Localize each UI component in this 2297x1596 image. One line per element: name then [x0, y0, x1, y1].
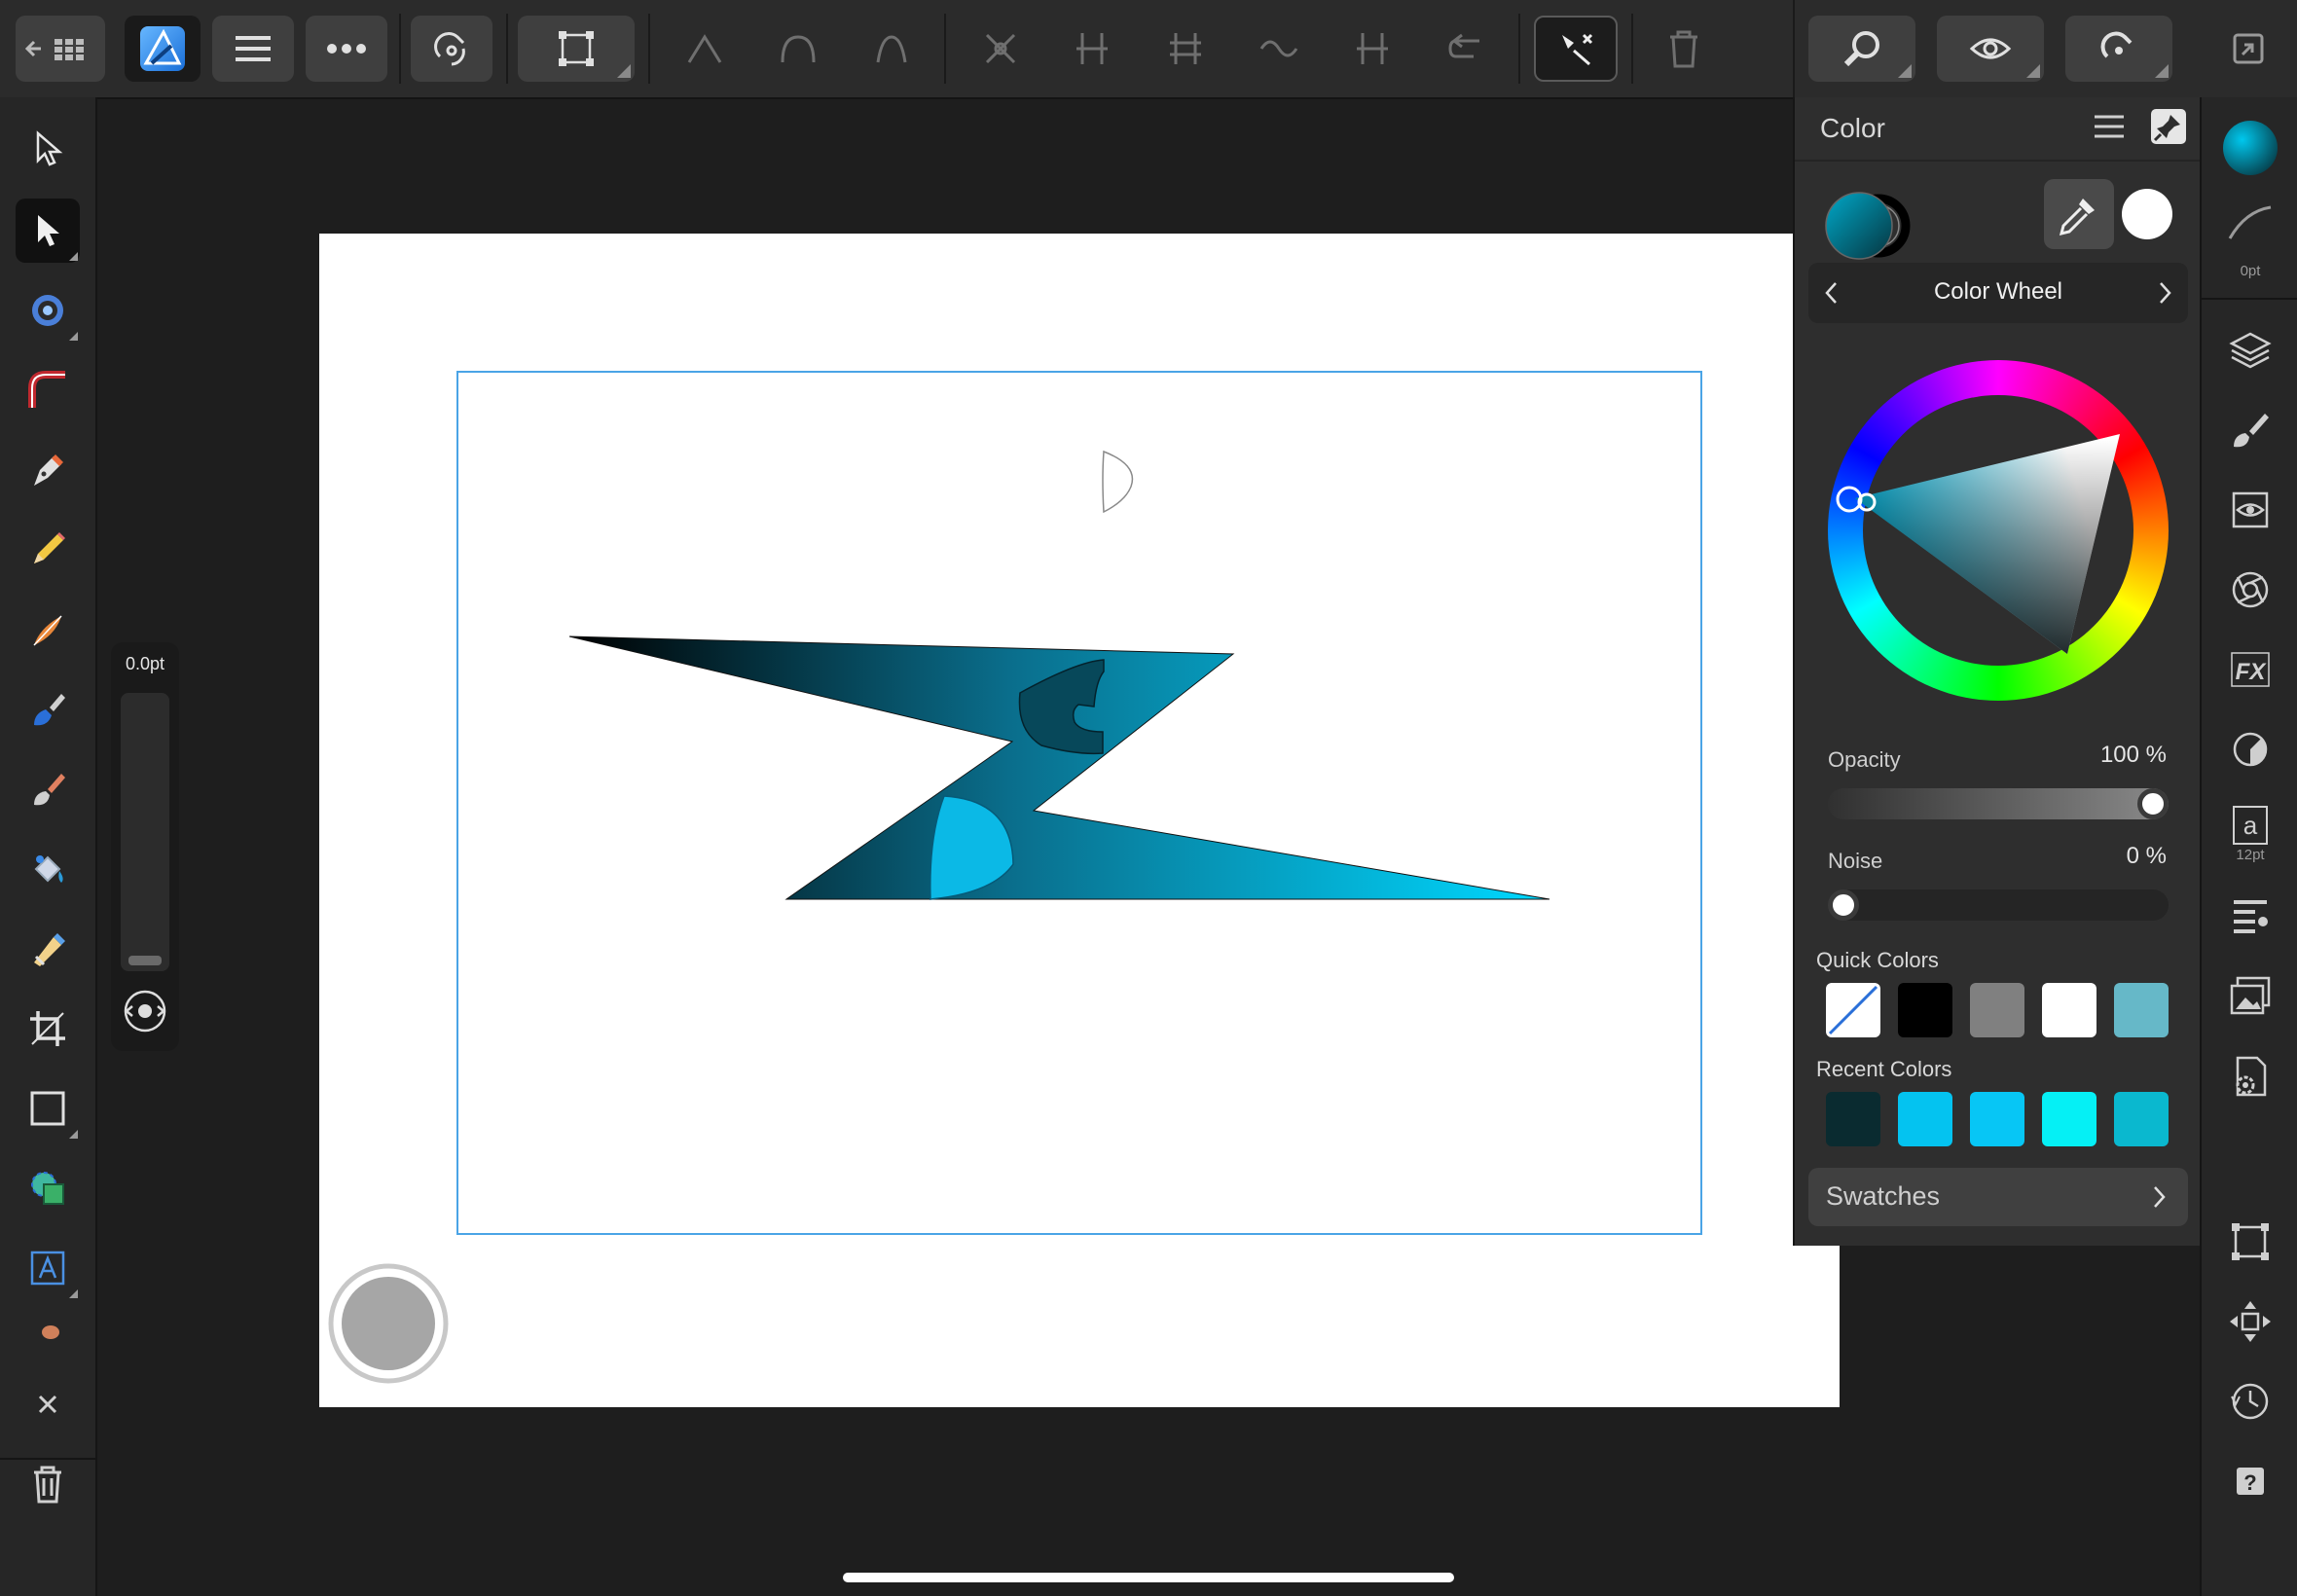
quick-color-swatch[interactable]: [1970, 983, 2024, 1037]
noise-slider[interactable]: [1828, 889, 2169, 921]
paragraph-icon: [2234, 900, 2268, 933]
help-icon: ?: [2237, 1468, 2264, 1495]
opacity-slider[interactable]: [1828, 788, 2169, 819]
history-button[interactable]: [2221, 1372, 2279, 1431]
opacity-value: 100 %: [2099, 742, 2167, 768]
picked-color-swatch[interactable]: [2122, 189, 2172, 239]
effects-button[interactable]: FX: [2221, 640, 2279, 699]
adjustments-button[interactable]: [2221, 720, 2279, 779]
transform-box-icon: [2232, 1223, 2269, 1260]
quick-colors-row: [1826, 983, 2176, 1039]
opacity-label: Opacity: [1828, 747, 1901, 772]
panel-title: Color: [1820, 113, 1885, 143]
svg-text:FX: FX: [2236, 659, 2268, 685]
noise-label: Noise: [1828, 849, 1883, 873]
saturation-triangle[interactable]: [1828, 360, 2169, 701]
recent-color-swatch[interactable]: [2042, 1092, 2096, 1146]
quick-color-swatch[interactable]: [1898, 983, 1952, 1037]
color-mode-selector[interactable]: Color Wheel: [1808, 263, 2188, 323]
small-outline-shape[interactable]: [1102, 450, 1134, 514]
stroke-width-label: 0pt: [2240, 263, 2261, 279]
transparency-button[interactable]: [2221, 561, 2279, 619]
canvas-action-button[interactable]: [328, 1263, 449, 1384]
adjustment-icon: [2233, 732, 2268, 767]
eyedropper-icon: [2059, 199, 2095, 236]
recent-colors-row: [1826, 1092, 2176, 1148]
text-styles-button[interactable]: a: [2221, 796, 2279, 854]
recent-color-swatch[interactable]: [2114, 1092, 2169, 1146]
brush-icon: [2234, 414, 2269, 448]
appearance-icon: [2232, 491, 2269, 528]
recent-color-swatch[interactable]: [1970, 1092, 2024, 1146]
noise-value: 0 %: [2126, 843, 2167, 869]
color-picker-button[interactable]: [2044, 179, 2114, 249]
navigator-button[interactable]: [2221, 1292, 2279, 1351]
studio-bar: 0pt FX a 12pt ?: [2200, 97, 2297, 1596]
panel-menu-button[interactable]: [2093, 113, 2132, 146]
layers-icon: [2229, 332, 2272, 369]
recent-colors-label: Recent Colors: [1816, 1057, 1952, 1081]
stock-button[interactable]: [2221, 967, 2279, 1026]
document-gear-icon: [2236, 1056, 2267, 1097]
chevron-right-icon: [2154, 1186, 2166, 1208]
recent-color-swatch[interactable]: [1898, 1092, 1952, 1146]
history-clock-icon: [2231, 1383, 2269, 1420]
chevron-right-icon[interactable]: [2157, 281, 2172, 305]
appearance-button[interactable]: [2221, 481, 2279, 539]
stroke-button[interactable]: [2221, 199, 2279, 247]
transform-panel-button[interactable]: [2221, 1213, 2279, 1271]
swatches-button[interactable]: Swatches: [1808, 1168, 2188, 1226]
quick-color-swatch[interactable]: [1826, 983, 1880, 1037]
pin-icon: [2153, 115, 2180, 142]
color-mode-label: Color Wheel: [1933, 278, 2063, 305]
fx-icon: FX: [2231, 652, 2270, 687]
help-button[interactable]: ?: [2221, 1452, 2279, 1510]
svg-text:?: ?: [2243, 1470, 2256, 1495]
opacity-slider-handle[interactable]: [2137, 788, 2169, 819]
paragraph-button[interactable]: [2221, 888, 2279, 946]
home-indicator[interactable]: [843, 1573, 1454, 1582]
pin-panel-button[interactable]: [2151, 109, 2186, 144]
no-color-icon: [1828, 985, 1878, 1035]
brushes-button[interactable]: [2221, 401, 2279, 459]
text-size-label: 12pt: [2236, 847, 2265, 863]
fill-color-button[interactable]: [2221, 119, 2279, 177]
fill-stroke-swatch: [1825, 192, 1911, 260]
stroke-line-icon: [2228, 205, 2272, 239]
stock-images-icon: [2230, 976, 2271, 1015]
quick-color-swatch[interactable]: [2114, 983, 2169, 1037]
move-arrows-icon: [2230, 1301, 2271, 1342]
fill-stroke-selector[interactable]: [1824, 183, 1921, 271]
text-a-icon: a: [2233, 806, 2268, 845]
aperture-icon: [2232, 571, 2269, 608]
layers-button[interactable]: [2221, 321, 2279, 380]
document-settings-button[interactable]: [2221, 1047, 2279, 1106]
quick-colors-label: Quick Colors: [1816, 948, 1939, 972]
fill-color-swatch-icon: [2223, 121, 2278, 175]
hamburger-icon: [2095, 115, 2124, 138]
swatches-label: Swatches: [1826, 1181, 1941, 1211]
quick-color-swatch[interactable]: [2042, 983, 2096, 1037]
color-panel: Color Color Wheel Opacity 100 % Noise 0 …: [1793, 97, 2202, 1246]
recent-color-swatch[interactable]: [1826, 1092, 1880, 1146]
noise-slider-handle[interactable]: [1828, 889, 1859, 921]
svg-text:a: a: [2243, 811, 2258, 840]
